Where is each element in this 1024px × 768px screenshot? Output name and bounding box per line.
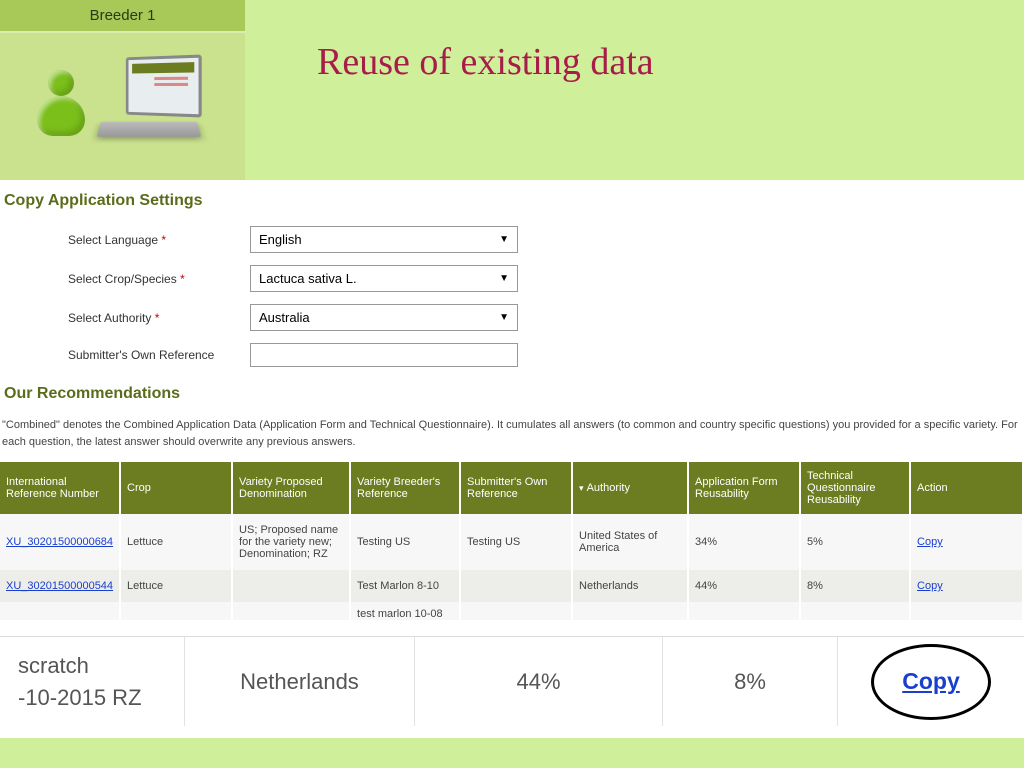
avatar-icon xyxy=(37,66,85,136)
cell-breeder-ref: Test Marlon 8-10 xyxy=(350,570,460,602)
cell-authority: Netherlands xyxy=(572,570,688,602)
cell-app-reuse: 44% xyxy=(688,570,800,602)
select-language[interactable]: English ▼ xyxy=(250,226,518,253)
bottom-band xyxy=(0,738,1024,768)
cell-breeder-ref: Testing US xyxy=(350,514,460,570)
select-authority[interactable]: Australia ▼ xyxy=(250,304,518,331)
breeder-box: Breeder 1 xyxy=(0,0,245,180)
th-sub-ref[interactable]: Submitter's Own Reference xyxy=(460,462,572,514)
label-submitter-ref: Submitter's Own Reference xyxy=(0,348,250,362)
select-authority-value: Australia xyxy=(259,310,310,325)
section-copy-settings: Copy Application Settings xyxy=(0,180,1024,220)
cell-crop: Lettuce xyxy=(120,514,232,570)
copy-link[interactable]: Copy xyxy=(917,580,943,592)
th-denom[interactable]: Variety Proposed Denomination xyxy=(232,462,350,514)
cell-crop: Lettuce xyxy=(120,570,232,602)
table-header-row: International Reference Number Crop Vari… xyxy=(0,462,1023,514)
select-language-value: English xyxy=(259,232,302,247)
th-tq-reuse[interactable]: Technical Questionnaire Reusability xyxy=(800,462,910,514)
cell-breeder-ref: test marlon 10-08 xyxy=(350,602,460,620)
chevron-down-icon: ▼ xyxy=(499,312,509,323)
laptop-icon xyxy=(89,56,209,146)
chevron-down-icon: ▼ xyxy=(499,234,509,245)
slide-title: Reuse of existing data xyxy=(245,0,654,84)
zoom-col-action: Copy xyxy=(838,637,1024,726)
input-submitter-ref[interactable] xyxy=(250,343,518,367)
header-band: Breeder 1 Reuse of existing data xyxy=(0,0,1024,180)
cell-denom xyxy=(232,570,350,602)
zoom-col-authority: Netherlands xyxy=(185,637,415,726)
th-action[interactable]: Action xyxy=(910,462,1023,514)
zoom-col-app-reuse: 44% xyxy=(415,637,663,726)
select-crop[interactable]: Lactuca sativa L. ▼ xyxy=(250,265,518,292)
label-language: Select Language * xyxy=(0,233,250,247)
ref-link[interactable]: XU_30201500000684 xyxy=(6,536,113,548)
copy-link[interactable]: Copy xyxy=(917,536,943,548)
table-row-partial: test marlon 10-08 xyxy=(0,602,1023,620)
table-row: XU_30201500000684 Lettuce US; Proposed n… xyxy=(0,514,1023,570)
cell-tq-reuse: 8% xyxy=(800,570,910,602)
cell-denom: US; Proposed name for the variety new; D… xyxy=(232,514,350,570)
recommendations-table: International Reference Number Crop Vari… xyxy=(0,462,1024,620)
ref-link[interactable]: XU_30201500000544 xyxy=(6,580,113,592)
label-authority: Select Authority * xyxy=(0,311,250,325)
zoom-strip: scratch -10-2015 RZ Netherlands 44% 8% C… xyxy=(0,636,1024,726)
recommendations-description: "Combined" denotes the Combined Applicat… xyxy=(0,413,1024,462)
row-submitter-ref: Submitter's Own Reference xyxy=(0,337,1024,373)
breeder-illustration xyxy=(0,33,245,168)
cell-sub-ref xyxy=(460,570,572,602)
copy-link-zoom[interactable]: Copy xyxy=(902,668,960,695)
row-authority: Select Authority * Australia ▼ xyxy=(0,298,1024,337)
row-language: Select Language * English ▼ xyxy=(0,220,1024,259)
cell-tq-reuse: 5% xyxy=(800,514,910,570)
zoom-col-1: scratch -10-2015 RZ xyxy=(0,637,185,726)
section-recommendations: Our Recommendations xyxy=(0,373,1024,413)
cell-authority: United States of America xyxy=(572,514,688,570)
row-crop: Select Crop/Species * Lactuca sativa L. … xyxy=(0,259,1024,298)
th-ref[interactable]: International Reference Number xyxy=(0,462,120,514)
table-row: XU_30201500000544 Lettuce Test Marlon 8-… xyxy=(0,570,1023,602)
chevron-down-icon: ▼ xyxy=(499,273,509,284)
breeder-title: Breeder 1 xyxy=(0,0,245,33)
cell-app-reuse: 34% xyxy=(688,514,800,570)
th-authority[interactable]: ▾Authority xyxy=(572,462,688,514)
label-crop: Select Crop/Species * xyxy=(0,272,250,286)
select-crop-value: Lactuca sativa L. xyxy=(259,271,357,286)
cell-sub-ref: Testing US xyxy=(460,514,572,570)
th-crop[interactable]: Crop xyxy=(120,462,232,514)
sort-indicator-icon: ▾ xyxy=(579,483,584,493)
zoom-col-tq-reuse: 8% xyxy=(663,637,838,726)
th-breeder-ref[interactable]: Variety Breeder's Reference xyxy=(350,462,460,514)
th-app-reuse[interactable]: Application Form Reusability xyxy=(688,462,800,514)
